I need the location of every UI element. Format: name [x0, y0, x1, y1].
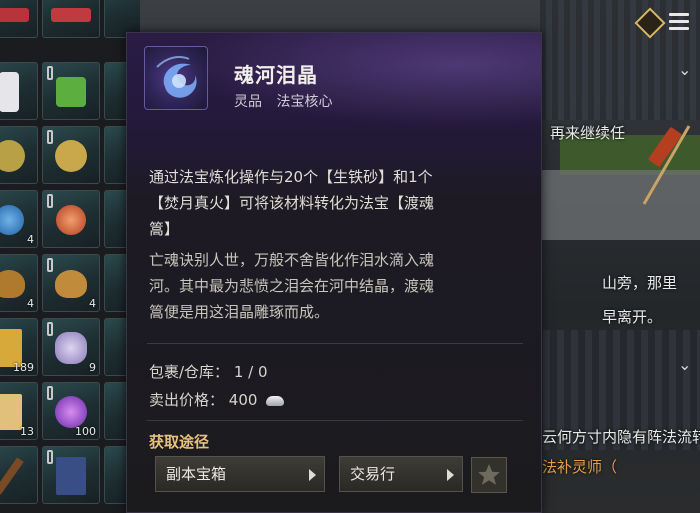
chevron-right-icon [309, 469, 316, 481]
inventory-slot[interactable]: 9 [42, 318, 100, 376]
lore-line: 河。其中最为悲愤之泪会在河中结晶，渡魂 [149, 277, 435, 295]
inventory-slot[interactable] [0, 0, 38, 38]
lock-icon [47, 322, 53, 336]
description-line: 篙】 [149, 220, 180, 238]
inventory-slot[interactable]: 13 [0, 382, 38, 440]
item-name: 魂河泪晶 [234, 63, 318, 87]
inventory-slot[interactable] [0, 62, 38, 120]
chevron-down-icon[interactable]: ⌄ [678, 60, 691, 79]
ribbon-icon [0, 7, 29, 22]
lock-icon [47, 386, 53, 400]
storage-count: 包裹/仓库： 1 / 0 [149, 361, 268, 382]
lock-icon [47, 130, 53, 144]
inventory-slot[interactable] [42, 126, 100, 184]
lock-icon [47, 194, 53, 208]
courtyard [520, 170, 700, 240]
lock-icon [47, 66, 53, 80]
item-count: 4 [27, 233, 34, 246]
scroll-icon [0, 394, 22, 431]
source-button-dungeon-chest[interactable]: 副本宝箱 [155, 456, 325, 492]
orb-icon [56, 205, 86, 236]
divider [147, 420, 523, 421]
book-icon [56, 457, 86, 496]
inventory-slot[interactable]: 100 [42, 382, 100, 440]
chevron-down-icon[interactable]: ⌄ [678, 355, 691, 374]
boots-icon [0, 72, 19, 113]
price-label: 卖出价格： [149, 391, 225, 409]
item-count: 4 [89, 297, 96, 310]
inventory-slot[interactable] [0, 446, 38, 504]
inventory-slot[interactable]: 4 [0, 190, 38, 248]
lock-icon [47, 258, 53, 272]
acquire-title: 获取途径 [149, 433, 210, 451]
item-count: 100 [75, 425, 96, 438]
inventory-grid: 4 4 4 189 9 13 100 [0, 0, 144, 513]
item-count: 13 [20, 425, 34, 438]
dialogue-text: 早离开。 [602, 308, 663, 326]
shell-icon [55, 270, 87, 299]
silver-coin-icon [266, 395, 285, 406]
item-count: 4 [27, 297, 34, 310]
item-subtitle: 灵品 法宝核心 [234, 91, 342, 111]
dialogue-text: 云何方寸内隐有阵法流转，根据帮派 [542, 428, 700, 446]
item-tooltip: 魂河泪晶 灵品 法宝核心 通过法宝炼化操作与20个【生铁砂】和1个 【焚月真火】… [126, 32, 542, 513]
pearl-icon [0, 205, 24, 236]
medal-icon [55, 140, 87, 173]
storage-value: 1 / 0 [233, 363, 268, 381]
item-description: 通过法宝炼化操作与20个【生铁砂】和1个 【焚月真火】可将该材料转化为法宝【渡魂… [149, 164, 525, 242]
lock-icon [47, 450, 53, 464]
dialogue-highlight-text: 法补灵师（ [542, 458, 618, 476]
shell-icon [0, 270, 25, 299]
item-category: 法宝核心 [276, 94, 333, 110]
sell-price: 卖出价格： 400 [149, 389, 285, 410]
favorite-star-button[interactable] [471, 457, 507, 493]
dialogue-text: 山旁，那里 [602, 274, 678, 292]
crystal-icon [55, 332, 87, 365]
inventory-slot[interactable] [42, 446, 100, 504]
source-label: 副本宝箱 [166, 465, 227, 483]
inventory-slot[interactable]: 4 [0, 254, 38, 312]
source-label: 交易行 [350, 465, 396, 483]
inventory-slot[interactable] [42, 62, 100, 120]
chevron-right-icon [447, 469, 454, 481]
item-count: 9 [89, 361, 96, 374]
storage-label: 包裹/仓库： [149, 363, 230, 381]
dialogue-text: 再来继续任 [550, 124, 626, 142]
item-grade: 灵品 [234, 94, 262, 110]
pendant-icon [0, 140, 25, 173]
source-button-trading-house[interactable]: 交易行 [339, 456, 463, 492]
item-lore: 亡魂诀别人世，万般不舍皆化作泪水滴入魂 河。其中最为悲愤之泪会在河中结晶，渡魂 … [149, 247, 525, 325]
soul-tear-crystal-icon [144, 46, 208, 110]
jade-cube-icon [56, 77, 86, 108]
star-icon [478, 464, 500, 485]
ribbon-icon [51, 7, 91, 22]
inventory-slot[interactable] [0, 126, 38, 184]
inventory-slot[interactable] [42, 190, 100, 248]
price-value: 400 [228, 391, 258, 409]
menu-icon[interactable] [669, 13, 689, 33]
inventory-slot[interactable]: 4 [42, 254, 100, 312]
description-line: 通过法宝炼化操作与20个【生铁砂】和1个 [149, 168, 433, 186]
staff-icon [0, 457, 24, 495]
divider [147, 343, 523, 344]
inventory-slot[interactable] [42, 0, 100, 38]
lore-line: 篙便是用这泪晶雕琢而成。 [149, 303, 330, 321]
lore-line: 亡魂诀别人世，万般不舍皆化作泪水滴入魂 [149, 251, 435, 269]
inventory-slot[interactable]: 189 [0, 318, 38, 376]
item-count: 189 [13, 361, 34, 374]
spirit-flame-icon [55, 396, 87, 429]
description-line: 【焚月真火】可将该材料转化为法宝【渡魂 [149, 194, 435, 212]
